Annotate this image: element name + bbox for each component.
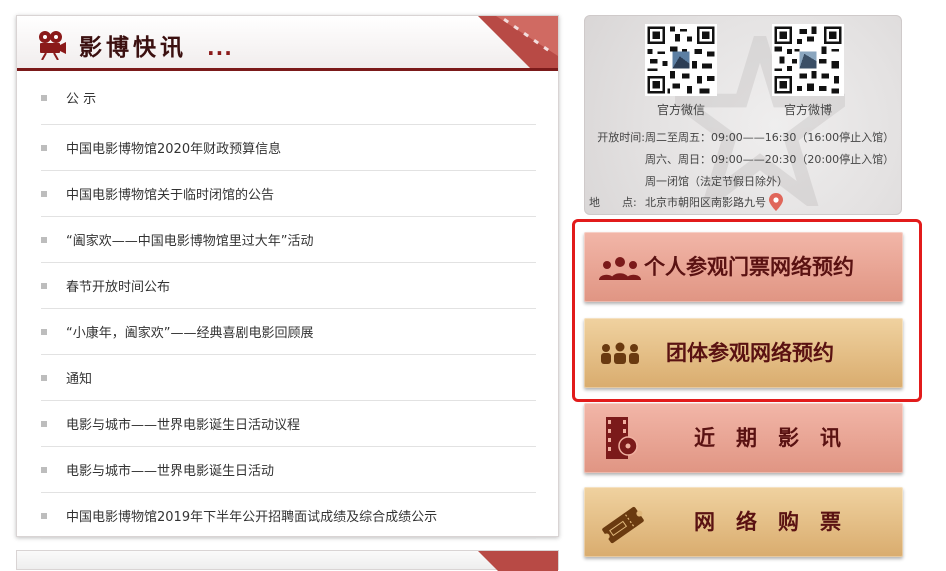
weibo-label: 官方微博 xyxy=(783,103,832,117)
news-item[interactable]: “小康年，阖家欢”——经典喜剧电影回顾展 xyxy=(41,309,536,355)
group-icon xyxy=(601,342,639,364)
hours-text: 周二至周五：09:00——16:30（16:00停止入馆） xyxy=(645,131,895,144)
news-item[interactable]: 中国电影博物馆2019年下半年公开招聘面试成绩及综合成绩公示 xyxy=(41,493,536,539)
hours-text: 周一闭馆（法定节假日除外） xyxy=(645,175,788,188)
ticket-icon xyxy=(602,506,644,544)
news-header: 影博快讯 ... xyxy=(17,16,558,71)
next-panel-header xyxy=(16,550,559,571)
wechat-qr-code[interactable] xyxy=(645,24,717,96)
online-tickets-label: 网 络 购 票 xyxy=(694,509,841,534)
wechat-label: 官方微信 xyxy=(656,103,705,117)
group-reservation-label: 团体参观网络预约 xyxy=(666,340,834,365)
bullet-icon xyxy=(41,420,47,427)
hours-label xyxy=(585,171,645,193)
news-item[interactable]: 电影与城市——世界电影诞生日活动议程 xyxy=(41,401,536,447)
news-item[interactable]: 中国电影博物馆关于临时闭馆的公告 xyxy=(41,171,536,217)
news-item[interactable]: 电影与城市——世界电影诞生日活动 xyxy=(41,447,536,493)
bullet-icon xyxy=(41,374,47,381)
bullet-icon xyxy=(41,94,47,101)
film-reel-icon xyxy=(606,417,638,459)
bullet-icon xyxy=(41,236,47,243)
hours-text: 周六、周日：09:00——20:30（20:00停止入馆） xyxy=(645,153,895,166)
address-text: 北京市朝阳区南影路九号 xyxy=(645,196,766,209)
people-group-icon xyxy=(599,257,641,280)
film-strip-decoration xyxy=(478,16,558,68)
online-tickets-button[interactable]: 网 络 购 票 xyxy=(584,487,903,557)
news-list: 公 示 中国电影博物馆2020年财政预算信息 中国电影博物馆关于临时闭馆的公告 … xyxy=(17,71,558,539)
hours-label: 开放时间: xyxy=(597,131,645,144)
news-item[interactable]: 春节开放时间公布 xyxy=(41,263,536,309)
address-label: 地 点: xyxy=(589,196,637,209)
bullet-icon xyxy=(41,144,47,151)
recent-films-button[interactable]: 近 期 影 讯 xyxy=(584,403,903,473)
news-title: 影博快讯 xyxy=(79,34,187,61)
news-item[interactable]: 中国电影博物馆2020年财政预算信息 xyxy=(41,125,536,171)
bullet-icon xyxy=(41,328,47,335)
museum-info-box: 官方微信 官方微博 开放时间: 周二至周五：09:00——16:30（16:00停… xyxy=(584,15,902,215)
address: 地 点: 北京市朝阳区南影路九号 xyxy=(589,193,783,211)
news-item[interactable]: 通知 xyxy=(41,355,536,401)
bullet-icon xyxy=(41,512,47,519)
individual-reservation-button[interactable]: 个人参观门票网络预约 xyxy=(584,232,903,302)
map-pin-icon[interactable] xyxy=(769,193,783,211)
more-link[interactable]: ... xyxy=(207,36,233,60)
news-item[interactable]: 公 示 xyxy=(41,71,536,125)
hours-label xyxy=(585,149,645,171)
film-strip-decoration xyxy=(478,551,558,571)
individual-reservation-label: 个人参观门票网络预约 xyxy=(644,254,854,279)
movie-camera-icon xyxy=(39,31,66,60)
weibo-qr-code[interactable] xyxy=(772,24,844,96)
news-panel: 影博快讯 ... 公 示 中国电影博物馆2020年财政预算信息 中国电影博物馆关… xyxy=(16,15,559,539)
recent-films-label: 近 期 影 讯 xyxy=(694,425,841,450)
group-reservation-button[interactable]: 团体参观网络预约 xyxy=(584,318,903,388)
bullet-icon xyxy=(41,466,47,473)
bullet-icon xyxy=(41,282,47,289)
news-item[interactable]: “阖家欢——中国电影博物馆里过大年”活动 xyxy=(41,217,536,263)
bullet-icon xyxy=(41,190,47,197)
opening-hours: 开放时间: 周二至周五：09:00——16:30（16:00停止入馆） 周六、周日… xyxy=(585,127,894,193)
